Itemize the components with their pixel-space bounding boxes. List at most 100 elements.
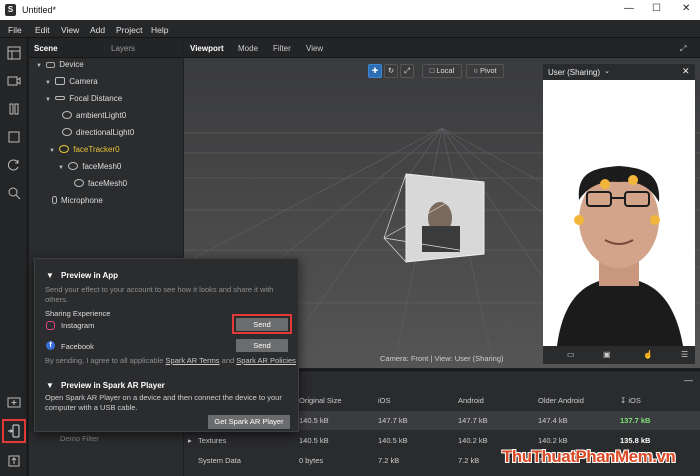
rotate-tool-icon[interactable]: ↻: [384, 64, 398, 78]
export-icon[interactable]: [7, 454, 21, 468]
tree-item-face-mesh[interactable]: ▼ faceMesh0: [58, 162, 121, 178]
chevron-down-icon[interactable]: ▼: [36, 63, 44, 69]
mesh-icon: [74, 179, 84, 187]
device-icon: [46, 62, 56, 68]
touch-icon[interactable]: ☝: [643, 350, 653, 359]
tab-scene[interactable]: Scene: [34, 44, 58, 53]
menu-filter[interactable]: Filter: [273, 44, 291, 53]
tree-item-microphone[interactable]: Microphone: [52, 196, 103, 212]
menu-project[interactable]: Project: [116, 25, 142, 35]
spark-ar-window: S Untitled* — ☐ ✕ File Edit View Add Pro…: [0, 0, 700, 476]
close-icon[interactable]: ✕: [682, 3, 690, 14]
preview-in-app-description: Send your effect to your account to see …: [45, 285, 274, 304]
tab-layers[interactable]: Layers: [111, 44, 135, 53]
instagram-icon: [46, 321, 55, 330]
tree-item-ambient-light[interactable]: ambientLight0: [62, 111, 126, 127]
row-ios: 140.5 kB: [378, 436, 408, 445]
col-older-android: Older Android: [538, 396, 584, 405]
light-icon: [62, 128, 72, 136]
close-icon[interactable]: ✕: [682, 66, 690, 77]
tree-label: Device: [59, 60, 84, 69]
menu-icon[interactable]: ☰: [681, 350, 688, 359]
terms-text: By sending, I agree to all applicable Sp…: [45, 356, 296, 366]
tree-item-camera[interactable]: ▼ Camera: [45, 77, 98, 93]
screenshot-icon[interactable]: ▣: [603, 350, 611, 359]
get-spark-ar-player-button[interactable]: Get Spark AR Player: [208, 415, 290, 429]
send-button-highlight: [232, 314, 292, 334]
menu-mode[interactable]: Mode: [238, 44, 258, 53]
search-icon[interactable]: [7, 186, 21, 200]
simulator-device-select[interactable]: User (Sharing): [548, 68, 600, 77]
user-face-image: [543, 80, 695, 346]
instagram-label: Instagram: [61, 321, 95, 330]
tree-item-face-tracker[interactable]: ▼ faceTracker0: [49, 145, 120, 161]
menu-bar: File Edit View Add Project Help: [0, 20, 700, 38]
tree-label: Focal Distance: [69, 94, 123, 103]
device-button-highlight: [2, 419, 26, 443]
video-icon[interactable]: [7, 74, 21, 88]
facebook-label: Facebook: [61, 342, 94, 351]
menu-view-options[interactable]: View: [306, 44, 323, 53]
spark-ar-policies-link[interactable]: Spark AR Policies: [236, 356, 296, 365]
tree-item-face-mesh-child[interactable]: faceMesh0: [74, 179, 127, 195]
refresh-icon[interactable]: [7, 158, 21, 172]
pivot-toggle[interactable]: ○ Pivot: [466, 64, 504, 78]
chevron-down-icon[interactable]: ▼: [58, 165, 66, 171]
chevron-right-icon[interactable]: ▸: [188, 436, 192, 445]
menu-add[interactable]: Add: [90, 25, 105, 35]
minimize-icon[interactable]: —: [624, 3, 634, 14]
record-video-icon[interactable]: ▭: [567, 350, 575, 359]
facebook-icon: f: [46, 341, 55, 350]
row-ios: 147.7 kB: [378, 416, 408, 425]
tree-label: directionalLight0: [76, 128, 135, 137]
sharing-experience-label: Sharing Experience: [45, 309, 111, 318]
menu-edit[interactable]: Edit: [35, 25, 50, 35]
layout-icon[interactable]: [7, 46, 21, 60]
local-toggle[interactable]: □ Local: [422, 64, 462, 78]
test-on-device-popover: ▼ Preview in App Send your effect to you…: [34, 258, 299, 432]
watermark-logo: ThuThuatPhanMem.vn: [502, 447, 676, 466]
scale-tool-icon[interactable]: ⤢: [400, 64, 414, 78]
chevron-down-icon[interactable]: ▼: [45, 80, 53, 86]
ruler-icon: [55, 96, 66, 100]
chevron-down-icon[interactable]: ▼: [45, 97, 53, 103]
send-facebook-button[interactable]: Send: [236, 339, 288, 352]
local-label: Local: [436, 66, 455, 75]
terms-prefix: By sending, I agree to all applicable: [45, 356, 164, 365]
menu-view[interactable]: View: [61, 25, 79, 35]
viewport-header: Viewport Mode Filter View ⤢: [184, 38, 700, 58]
tree-label: ambientLight0: [76, 111, 127, 120]
menu-file[interactable]: File: [8, 25, 22, 35]
columns-icon[interactable]: [7, 102, 21, 116]
menu-help[interactable]: Help: [151, 25, 168, 35]
microphone-icon: [52, 196, 57, 204]
tree-item-directional-light[interactable]: directionalLight0: [62, 128, 134, 144]
chevron-down-icon[interactable]: ▼: [46, 271, 54, 280]
chevron-down-icon[interactable]: ⌄: [604, 67, 610, 75]
simulator-header[interactable]: User (Sharing) ⌄ ✕: [543, 64, 695, 80]
left-toolbar: [0, 38, 28, 476]
add-folder-icon[interactable]: [7, 395, 21, 409]
row-ios2: 135.8 kB: [620, 436, 651, 445]
chevron-down-icon[interactable]: ▼: [46, 381, 54, 390]
spark-ar-terms-link[interactable]: Spark AR Terms: [166, 356, 220, 365]
simulator-toolbar: ▭ ▣ ☝ ☰: [543, 346, 695, 364]
chevron-down-icon[interactable]: ▼: [49, 148, 57, 154]
light-icon: [62, 111, 72, 119]
maximize-icon[interactable]: ☐: [652, 3, 661, 14]
expand-icon[interactable]: ⤢: [680, 44, 686, 54]
row-ios: 7.2 kB: [378, 456, 400, 465]
tree-label: Microphone: [61, 196, 103, 205]
collapse-icon[interactable]: —: [684, 375, 693, 385]
tree-item-device[interactable]: ▼ Device: [36, 60, 84, 76]
tab-viewport[interactable]: Viewport: [190, 44, 224, 53]
app-logo-icon: S: [5, 4, 16, 16]
row-android: 7.2 kB: [458, 456, 480, 465]
terms-and: and: [221, 356, 235, 365]
tree-item-focal-distance[interactable]: ▼ Focal Distance: [45, 94, 122, 110]
col-ios-compressed: ↧ iOS: [620, 396, 641, 405]
window-title: Untitled*: [22, 5, 57, 15]
scene-tabs: Scene Layers: [29, 38, 183, 58]
square-icon[interactable]: [7, 130, 21, 144]
move-tool-icon[interactable]: ✚: [368, 64, 382, 78]
